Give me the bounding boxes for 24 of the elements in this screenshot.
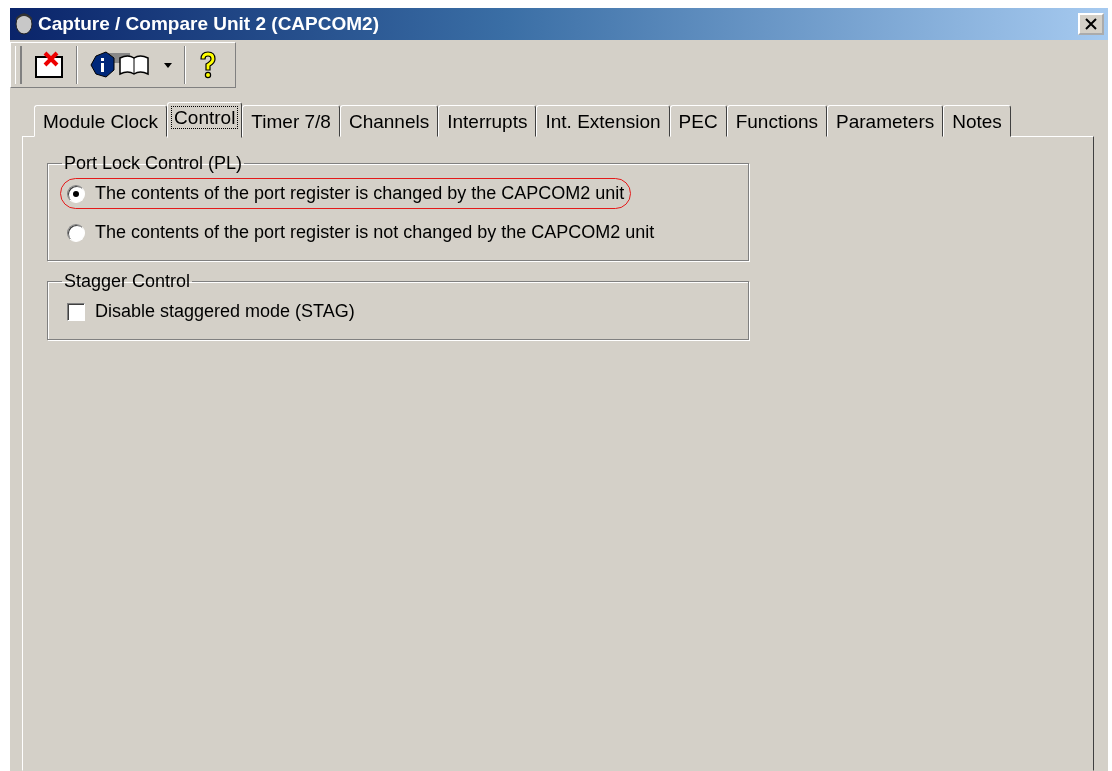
group-title: Port Lock Control (PL) bbox=[63, 153, 244, 174]
head-icon bbox=[14, 13, 34, 35]
tab[interactable]: Functions bbox=[726, 105, 828, 137]
dropdown-caret-icon bbox=[164, 62, 172, 68]
info-book-icon bbox=[90, 50, 152, 80]
window-close-icon bbox=[34, 51, 64, 79]
toolbar-grip[interactable] bbox=[15, 46, 22, 84]
window-title: Capture / Compare Unit 2 (CAPCOM2) bbox=[38, 13, 380, 35]
tab[interactable]: PEC bbox=[669, 105, 727, 137]
tab[interactable]: Module Clock bbox=[34, 105, 168, 137]
group-title: Stagger Control bbox=[63, 271, 192, 292]
checkbox[interactable] bbox=[67, 302, 85, 321]
question-mark-icon bbox=[198, 50, 218, 80]
tab[interactable]: Parameters bbox=[827, 105, 944, 137]
tab[interactable]: Int. Extension bbox=[536, 105, 670, 137]
tab[interactable]: Interrupts bbox=[438, 105, 537, 137]
tab[interactable]: Channels bbox=[339, 105, 439, 137]
tab[interactable]: Notes bbox=[943, 105, 1011, 137]
tab[interactable]: Timer 7/8 bbox=[242, 105, 340, 137]
tab[interactable]: Control bbox=[167, 102, 243, 138]
close-button[interactable] bbox=[1078, 13, 1104, 35]
radio-option[interactable]: The contents of the port register is not changed by the CAPCOM2 unit bbox=[60, 217, 662, 248]
close-icon bbox=[1085, 18, 1097, 30]
checkbox-option[interactable]: Disable staggered mode (STAG) bbox=[60, 296, 362, 327]
